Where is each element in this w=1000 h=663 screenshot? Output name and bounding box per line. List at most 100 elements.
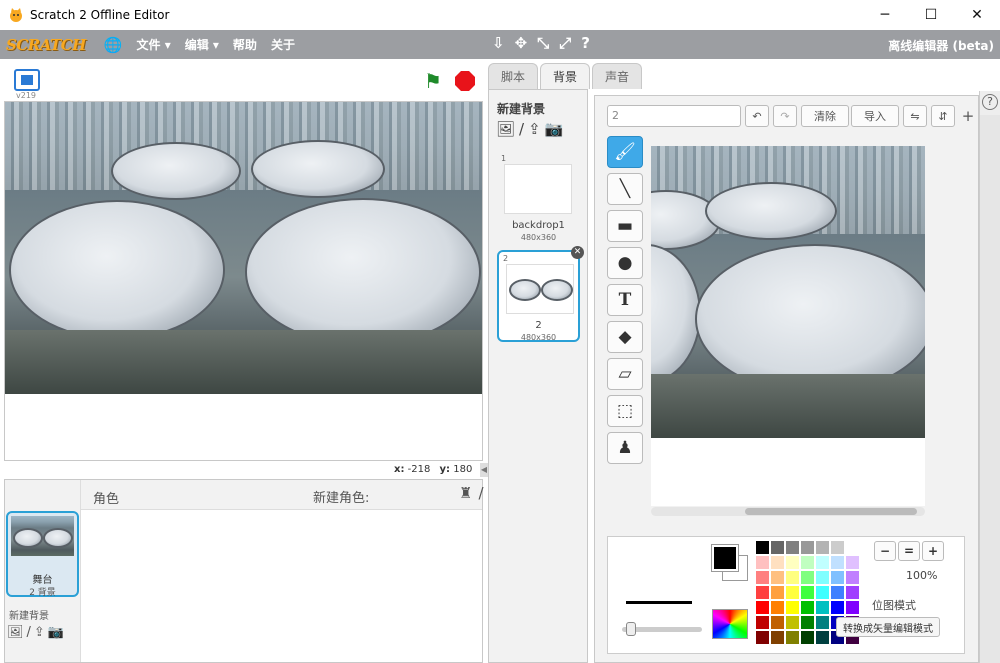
camera-new-backdrop-icon[interactable]: 📷: [545, 120, 564, 138]
color-swatch[interactable]: [756, 586, 769, 599]
color-swatch[interactable]: [786, 556, 799, 569]
ellipse-tool-icon[interactable]: ●: [607, 247, 643, 279]
presentation-mode-icon[interactable]: [14, 69, 40, 91]
color-swatch[interactable]: [816, 601, 829, 614]
color-swatch[interactable]: [801, 556, 814, 569]
color-swatch[interactable]: [846, 586, 859, 599]
color-swatch[interactable]: [786, 571, 799, 584]
color-swatch[interactable]: [801, 586, 814, 599]
collapse-arrow-icon[interactable]: ◀: [480, 463, 488, 477]
color-swatch[interactable]: [831, 541, 844, 554]
color-swatch[interactable]: [786, 601, 799, 614]
paint-sprite-icon[interactable]: /: [478, 484, 483, 502]
set-center-icon[interactable]: +: [957, 105, 979, 127]
color-swatch[interactable]: [831, 586, 844, 599]
color-swatch[interactable]: [756, 601, 769, 614]
stage-thumbnail[interactable]: 舞台 2 背景: [6, 511, 79, 598]
menu-about[interactable]: 关于: [271, 36, 295, 53]
color-swatch[interactable]: [846, 541, 859, 554]
convert-to-vector-button[interactable]: 转换成矢量编辑模式: [836, 617, 940, 637]
close-button[interactable]: ✕: [954, 0, 1000, 30]
color-swatch[interactable]: [831, 556, 844, 569]
zoom-out-icon[interactable]: −: [874, 541, 896, 561]
color-swatch[interactable]: [816, 616, 829, 629]
color-swatch[interactable]: [771, 556, 784, 569]
select-tool-icon[interactable]: ⬚: [607, 395, 643, 427]
stop-sign-icon[interactable]: [455, 71, 475, 91]
color-picker-spectrum[interactable]: [712, 609, 748, 639]
globe-icon[interactable]: 🌐: [104, 36, 123, 54]
color-swatch[interactable]: [816, 556, 829, 569]
paint-backdrop-icon[interactable]: /: [27, 625, 31, 640]
stage[interactable]: [4, 101, 483, 461]
green-flag-icon[interactable]: ⚑: [424, 69, 442, 93]
flip-horizontal-icon[interactable]: ⇋: [903, 105, 927, 127]
rectangle-tool-icon[interactable]: ▬: [607, 210, 643, 242]
delete-backdrop-icon[interactable]: ✕: [571, 246, 584, 259]
clear-button[interactable]: 清除: [801, 105, 849, 127]
backdrop-library-icon[interactable]: 🖼: [7, 625, 24, 640]
paint-canvas[interactable]: [651, 146, 925, 506]
color-swatch[interactable]: [756, 541, 769, 554]
color-swatch[interactable]: [846, 571, 859, 584]
block-help-icon[interactable]: ?: [581, 34, 590, 52]
color-swatch[interactable]: [801, 541, 814, 554]
tab-backdrops[interactable]: 背景: [540, 63, 591, 89]
color-swatch[interactable]: [756, 556, 769, 569]
menu-file[interactable]: 文件 ▾: [137, 36, 171, 53]
color-swatch[interactable]: [756, 616, 769, 629]
maximize-button[interactable]: ☐: [908, 0, 954, 30]
color-swatch[interactable]: [771, 541, 784, 554]
color-swatch[interactable]: [771, 571, 784, 584]
minimize-button[interactable]: ─: [862, 0, 908, 30]
color-swatch[interactable]: [846, 601, 859, 614]
color-swatch[interactable]: [816, 631, 829, 644]
color-swatch[interactable]: [846, 556, 859, 569]
import-button[interactable]: 导入: [851, 105, 899, 127]
tab-sounds[interactable]: 声音: [592, 63, 643, 89]
grow-icon[interactable]: ⤡: [537, 34, 549, 52]
sprite-library-icon[interactable]: ♜: [459, 484, 472, 502]
primary-color-swatch[interactable]: [712, 545, 738, 571]
scratch-logo[interactable]: SCRATCH: [6, 36, 86, 54]
color-swatch[interactable]: [786, 616, 799, 629]
duplicate-stamp-icon[interactable]: ⇩: [492, 34, 505, 52]
color-swatch[interactable]: [816, 571, 829, 584]
delete-cut-icon[interactable]: ✥: [515, 34, 528, 52]
fill-tool-icon[interactable]: ◆: [607, 321, 643, 353]
costume-name-input[interactable]: 2: [607, 105, 741, 127]
color-swatch[interactable]: [831, 571, 844, 584]
upload-backdrop-icon[interactable]: ⇪: [34, 625, 45, 640]
brush-tool-icon[interactable]: 🖌: [607, 136, 643, 168]
color-swatch[interactable]: [756, 571, 769, 584]
zoom-reset-icon[interactable]: =: [898, 541, 920, 561]
line-tool-icon[interactable]: ╲: [607, 173, 643, 205]
color-swatch[interactable]: [801, 631, 814, 644]
upload-new-backdrop-icon[interactable]: ⇪: [528, 120, 541, 138]
color-swatch[interactable]: [801, 616, 814, 629]
color-swatch[interactable]: [786, 541, 799, 554]
color-swatch[interactable]: [771, 631, 784, 644]
color-swatch[interactable]: [831, 601, 844, 614]
undo-icon[interactable]: ↶: [745, 105, 769, 127]
canvas-horizontal-scrollbar[interactable]: [651, 507, 925, 516]
color-swatch[interactable]: [816, 586, 829, 599]
color-swatch[interactable]: [771, 601, 784, 614]
color-swatch[interactable]: [771, 616, 784, 629]
menu-help[interactable]: 帮助: [233, 36, 257, 53]
stamp-tool-icon[interactable]: ♟: [607, 432, 643, 464]
text-tool-icon[interactable]: T: [607, 284, 643, 316]
color-swatch[interactable]: [801, 571, 814, 584]
line-width-slider-knob[interactable]: [626, 622, 636, 636]
paint-new-backdrop-icon[interactable]: /: [519, 120, 524, 138]
color-swatch[interactable]: [801, 601, 814, 614]
flip-vertical-icon[interactable]: ⇵: [931, 105, 955, 127]
color-swatch[interactable]: [771, 586, 784, 599]
camera-backdrop-icon[interactable]: 📷: [48, 625, 64, 640]
color-swatch[interactable]: [786, 631, 799, 644]
color-swatch[interactable]: [816, 541, 829, 554]
color-swatch[interactable]: [786, 586, 799, 599]
eraser-tool-icon[interactable]: ▱: [607, 358, 643, 390]
redo-icon[interactable]: ↷: [773, 105, 797, 127]
zoom-in-icon[interactable]: +: [922, 541, 944, 561]
